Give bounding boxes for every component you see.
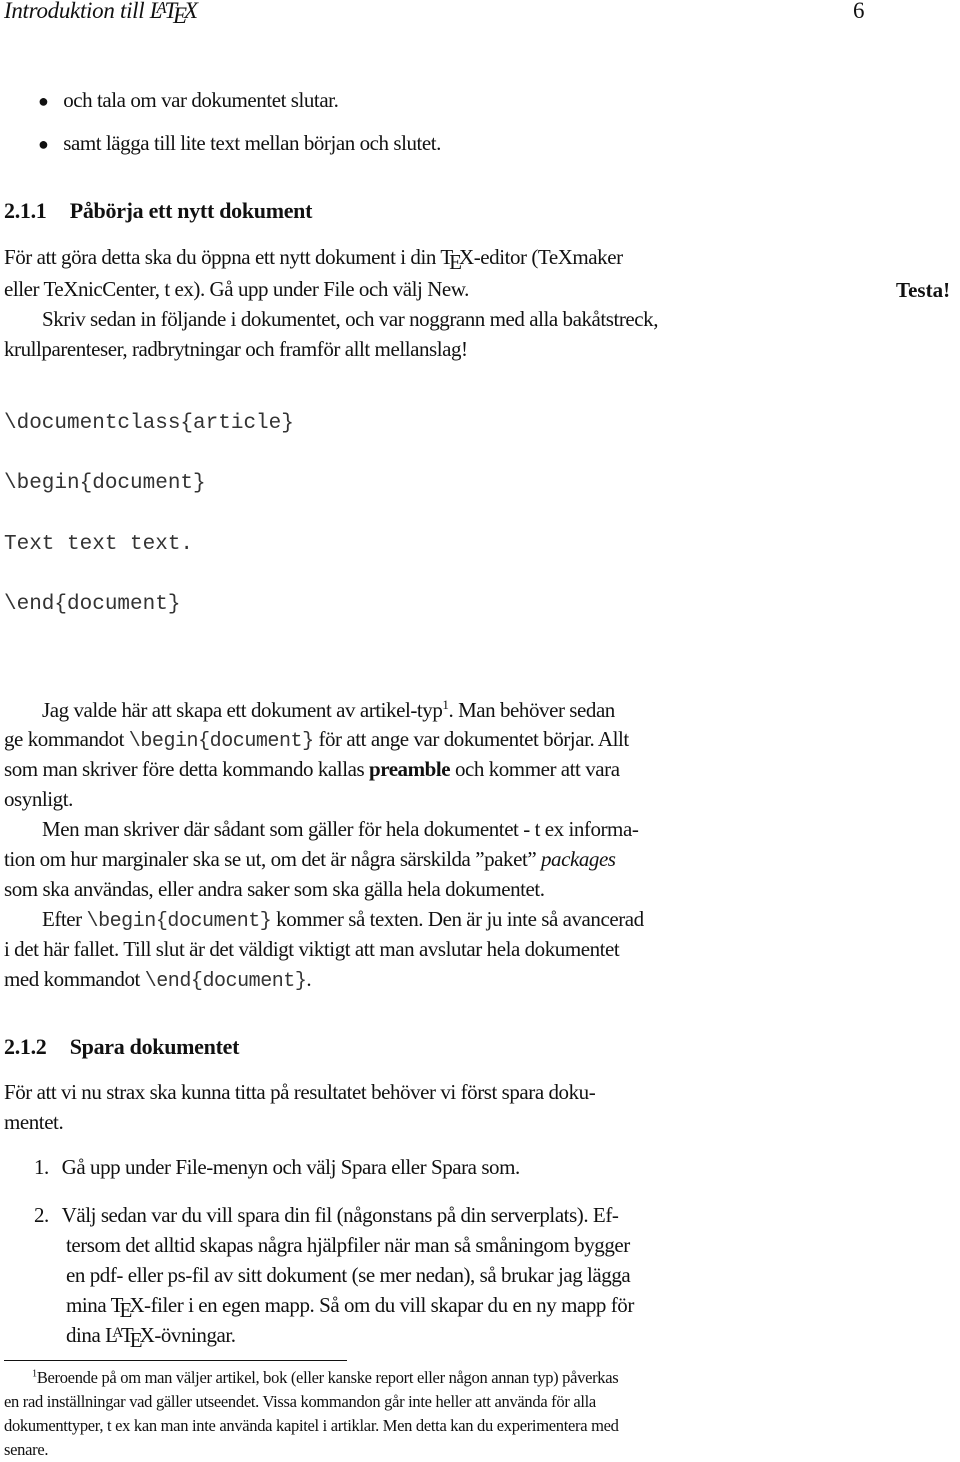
- paragraph-line: osynligt.: [4, 787, 73, 811]
- section-heading-2-1-1: 2.1.1 Påbörja ett nytt dokument: [4, 198, 312, 224]
- inline-code: \end{document}: [144, 970, 307, 993]
- section-number: 2.1.1: [4, 198, 47, 223]
- list-item: 2. Välj sedan var du vill spara din fil …: [34, 1203, 619, 1228]
- italic-term: packages: [541, 847, 616, 871]
- paragraph-line: Jag valde här att skapa ett dokument av …: [42, 697, 615, 723]
- text-span: mina T: [66, 1293, 123, 1317]
- bullet-icon: ●: [38, 91, 49, 111]
- latex-logo-e: E: [129, 1327, 143, 1352]
- paragraph-line: För att göra detta ska du öppna ett nytt…: [4, 245, 623, 274]
- paragraph-line: med kommandot \end{document}.: [4, 967, 312, 993]
- list-text-line: en pdf- eller ps-fil av sitt dokument (s…: [66, 1263, 631, 1287]
- margin-note: Testa!: [896, 278, 951, 302]
- paragraph-line: mentet.: [4, 1110, 64, 1134]
- paragraph-line: Efter \begin{document} kommer så texten.…: [42, 907, 644, 933]
- latex-logo-e: E: [172, 3, 187, 29]
- paragraph-line: krullparenteser, radbrytningar och framf…: [4, 337, 468, 361]
- section-title: Påbörja ett nytt dokument: [69, 198, 313, 223]
- text-span: för att ange var dokumentet börjar. Allt: [313, 727, 629, 751]
- text-span: ge kommandot: [4, 727, 129, 751]
- paragraph-line: ge kommandot \begin{document} för att an…: [4, 727, 629, 753]
- code-line: \begin{document}: [4, 472, 206, 495]
- paragraph-line: som man skriver före detta kommando kall…: [4, 757, 620, 782]
- text-span: och kommer att vara: [450, 757, 620, 781]
- paragraph-line: Men man skriver där sådant som gäller fö…: [42, 817, 639, 841]
- text-span: Efter: [42, 907, 87, 931]
- code-line: Text text text.: [4, 533, 194, 556]
- paragraph-line: i det här fallet. Till slut är det väldi…: [4, 937, 620, 961]
- list-text: Välj sedan var du vill spara din fil (nå…: [61, 1203, 619, 1227]
- tex-logo-e: E: [449, 249, 462, 274]
- footnote-line: en rad inställningar vad gäller utseende…: [4, 1392, 596, 1411]
- section-number: 2.1.2: [4, 1034, 47, 1059]
- text-span: .: [306, 967, 312, 991]
- tex-logo-e: E: [119, 1297, 132, 1322]
- footnote-divider: [4, 1360, 347, 1361]
- text-span: För att göra detta ska du öppna ett nytt…: [4, 245, 453, 269]
- text-span: kommer så texten. Den är ju inte så avan…: [271, 907, 644, 931]
- paragraph-line: Skriv sedan in följande i dokumentet, oc…: [42, 307, 659, 331]
- text-span: Jag valde här att skapa ett dokument av …: [42, 698, 443, 722]
- paragraph-line: tion om hur marginaler ska se ut, om det…: [4, 847, 616, 872]
- bullet-text: samt lägga till lite text mellan början …: [63, 131, 441, 155]
- section-title: Spara dokumentet: [69, 1034, 240, 1059]
- paragraph-line: eller TeXnicCenter, t ex). Gå upp under …: [4, 277, 469, 301]
- latex-logo-a: A: [112, 1325, 123, 1342]
- inline-code: \begin{document}: [128, 730, 314, 753]
- list-number: 2.: [34, 1203, 49, 1227]
- list-item: 1. Gå upp under File-menyn och välj Spar…: [34, 1155, 520, 1180]
- text-span: med kommandot: [4, 967, 145, 991]
- code-line: \documentclass{article}: [4, 412, 294, 435]
- text-span: Beroende på om man väljer artikel, bok (…: [36, 1368, 619, 1387]
- text-span: X-filer i en egen mapp. Så om du vill sk…: [129, 1293, 634, 1317]
- paragraph-line: som ska användas, eller andra saker som …: [4, 877, 545, 901]
- list-text: Gå upp under File-menyn och välj Spara e…: [61, 1155, 521, 1179]
- list-text-line: dina LATEX-övningar.: [66, 1323, 236, 1352]
- bullet-icon: ●: [38, 134, 49, 154]
- bullet-item: ● samt lägga till lite text mellan börja…: [38, 131, 441, 156]
- running-header: Introduktion till LATEX: [4, 0, 198, 28]
- list-text-line: tersom det alltid skapas några hjälpfile…: [66, 1233, 630, 1257]
- section-heading-2-1-2: 2.1.2 Spara dokumentet: [4, 1034, 239, 1060]
- text-span: X-editor (TeXmaker: [459, 245, 623, 269]
- code-line: \end{document}: [4, 593, 181, 616]
- bullet-item: ● och tala om var dokumentet slutar.: [38, 88, 339, 113]
- text-span: dina L: [66, 1323, 118, 1347]
- footnote-line: 1Beroende på om man väljer artikel, bok …: [32, 1368, 619, 1388]
- text-span: som man skriver före detta kommando kall…: [4, 757, 369, 781]
- header-title-text: Introduktion till L: [4, 0, 163, 23]
- list-text-line: mina TEX-filer i en egen mapp. Så om du …: [66, 1293, 634, 1322]
- page-number: 6: [853, 0, 865, 23]
- text-span: X-övningar.: [139, 1323, 236, 1347]
- list-number: 1.: [34, 1155, 49, 1179]
- bold-term: preamble: [368, 757, 451, 781]
- inline-code: \begin{document}: [86, 910, 272, 933]
- footnote-line: senare.: [4, 1440, 49, 1459]
- footnote-line: dokumenttyper, t ex kan man inte använda…: [4, 1416, 619, 1435]
- bullet-text: och tala om var dokumentet slutar.: [63, 88, 339, 112]
- paragraph-line: För att vi nu strax ska kunna titta på r…: [4, 1080, 596, 1104]
- latex-logo-a: A: [156, 0, 167, 17]
- text-span: . Man behöver sedan: [448, 698, 615, 722]
- text-span: tion om hur marginaler ska se ut, om det…: [4, 847, 541, 871]
